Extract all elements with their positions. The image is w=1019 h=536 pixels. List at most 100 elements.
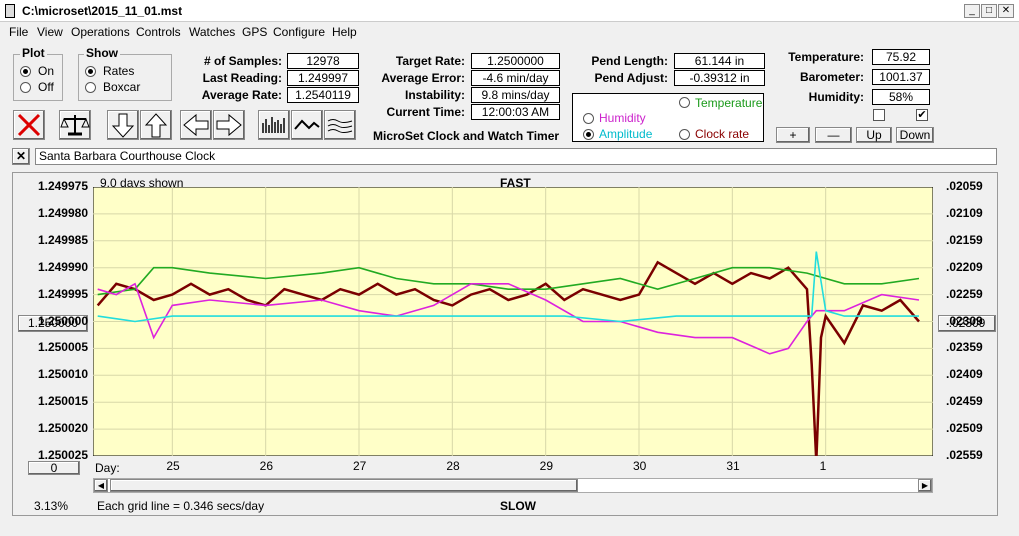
y-left-tick-label: 1.250000 (37, 313, 88, 328)
x-tick-label: 29 (539, 459, 554, 473)
right-arrow-button[interactable] (213, 110, 245, 140)
noise-button[interactable] (324, 110, 356, 140)
day-axis-label: Day: (95, 461, 120, 475)
y-left-tick-label: 1.250015 (37, 394, 88, 409)
pend-length-label: Pend Length: (591, 54, 668, 68)
show-group-title: Show (84, 46, 120, 60)
y-left-tick-label: 1.249995 (37, 286, 88, 301)
temperature-radio[interactable] (679, 97, 690, 108)
left-arrow-button[interactable] (180, 110, 212, 140)
y-left-tick-label: 1.249980 (37, 205, 88, 220)
menu-help[interactable]: Help (332, 25, 357, 39)
y-right-tick-label: .02459 (946, 394, 983, 409)
instability-label: Instability: (404, 88, 465, 102)
humidity-label: Humidity: (808, 90, 864, 104)
instability-value: 9.8 mins/day (471, 87, 560, 103)
app-icon (5, 4, 15, 18)
stop-button[interactable] (13, 110, 45, 140)
temperature-option-label: Temperature (695, 96, 763, 110)
clock-rate-radio[interactable] (679, 129, 690, 140)
menu-file[interactable]: File (9, 25, 28, 39)
close-icon[interactable]: ✕ (998, 4, 1014, 18)
x-tick-label: 31 (726, 459, 740, 473)
minimize-icon[interactable]: _ (964, 4, 980, 18)
menu-bar: File View Operations Controls Watches GP… (0, 22, 1019, 42)
slow-label: SLOW (500, 499, 536, 513)
average-error-label: Average Error: (381, 71, 465, 85)
last-reading-label: Last Reading: (202, 71, 282, 85)
red-x-icon (17, 113, 41, 137)
y-left-tick-label: 1.249990 (37, 259, 88, 274)
average-error-value: -4.6 min/day (471, 70, 560, 86)
scroll-thumb[interactable] (110, 479, 578, 492)
clock-rate-option-label: Clock rate (695, 127, 750, 141)
arrow-up-icon (144, 113, 168, 138)
minus-button[interactable]: — (815, 127, 852, 143)
down-arrow-button[interactable] (107, 110, 139, 140)
rate-chart (93, 187, 933, 456)
barometer-label: Barometer: (799, 70, 864, 84)
y-right-tick-label: .02259 (946, 286, 983, 301)
right-checkbox[interactable]: ✔ (916, 109, 928, 121)
arrow-down-icon (111, 113, 135, 138)
histogram-icon (262, 117, 285, 133)
target-rate-value: 1.2500000 (471, 53, 560, 69)
grid-note-label: Each grid line = 0.346 secs/day (97, 499, 265, 513)
balance-button[interactable] (59, 110, 91, 140)
samples-label: # of Samples: (203, 54, 282, 68)
maximize-icon[interactable]: □ (981, 4, 997, 18)
y-right-tick-label: .02559 (946, 448, 983, 462)
arrow-right-icon (216, 113, 242, 137)
y-right-tick-label: .02159 (946, 232, 983, 247)
x-tick-label: 28 (446, 459, 460, 473)
plot-group-title: Plot (20, 46, 47, 60)
clear-name-button[interactable]: ✕ (12, 148, 30, 165)
clock-name-field[interactable]: Santa Barbara Courthouse Clock (35, 148, 997, 165)
up-arrow-button[interactable] (140, 110, 172, 140)
y-right-tick-label: .02059 (946, 179, 983, 193)
window-title: C:\microset\2015_11_01.mst (22, 4, 183, 18)
amplitude-radio[interactable] (583, 129, 594, 140)
menu-watches[interactable]: Watches (189, 25, 235, 39)
left-checkbox[interactable] (873, 109, 885, 121)
temperature-value: 75.92 (872, 49, 930, 65)
menu-operations[interactable]: Operations (71, 25, 130, 39)
show-boxcar-label: Boxcar (103, 80, 141, 94)
x-tick-label: 26 (259, 459, 274, 473)
y-right-tick-label: .02409 (946, 367, 983, 382)
menu-gps[interactable]: GPS (242, 25, 267, 39)
show-rates-label: Rates (103, 64, 135, 78)
y-left-tick-label: 1.249985 (37, 232, 88, 247)
menu-configure[interactable]: Configure (273, 25, 325, 39)
y-left-tick-label: 1.250020 (37, 421, 88, 436)
y-right-tick-label: .02109 (946, 205, 983, 220)
plot-on-radio[interactable] (20, 66, 31, 77)
menu-controls[interactable]: Controls (136, 25, 181, 39)
noise-icon (327, 119, 353, 133)
title-bar: C:\microset\2015_11_01.mst _ □ ✕ (0, 0, 1019, 22)
plot-on-label: On (38, 64, 55, 78)
humidity-option-label: Humidity (599, 111, 646, 125)
bars-button[interactable] (258, 110, 290, 140)
menu-view[interactable]: View (37, 25, 63, 39)
y-right-tick-label: .02209 (946, 259, 983, 274)
y-left-tick-label: 1.250010 (37, 367, 88, 382)
down-button[interactable]: Down (896, 127, 934, 143)
zero-box[interactable]: 0 (28, 461, 80, 475)
show-boxcar-radio[interactable] (85, 82, 96, 93)
up-button[interactable]: Up (856, 127, 892, 143)
plot-off-radio[interactable] (20, 82, 31, 93)
y-left-tick-label: 1.250025 (37, 448, 88, 462)
wave-icon (294, 119, 320, 130)
amplitude-option-label: Amplitude (599, 127, 653, 141)
plus-button[interactable]: + (776, 127, 810, 143)
y-left-tick-label: 1.249975 (37, 179, 88, 193)
wave-button[interactable] (291, 110, 323, 140)
arrow-left-icon (183, 113, 209, 137)
percent-label: 3.13% (34, 499, 69, 513)
scroll-right-icon[interactable]: ▶ (918, 479, 932, 492)
scroll-left-icon[interactable]: ◀ (94, 479, 108, 492)
show-rates-radio[interactable] (85, 66, 96, 77)
humidity-radio[interactable] (583, 113, 594, 124)
x-tick-label: 30 (633, 459, 647, 473)
